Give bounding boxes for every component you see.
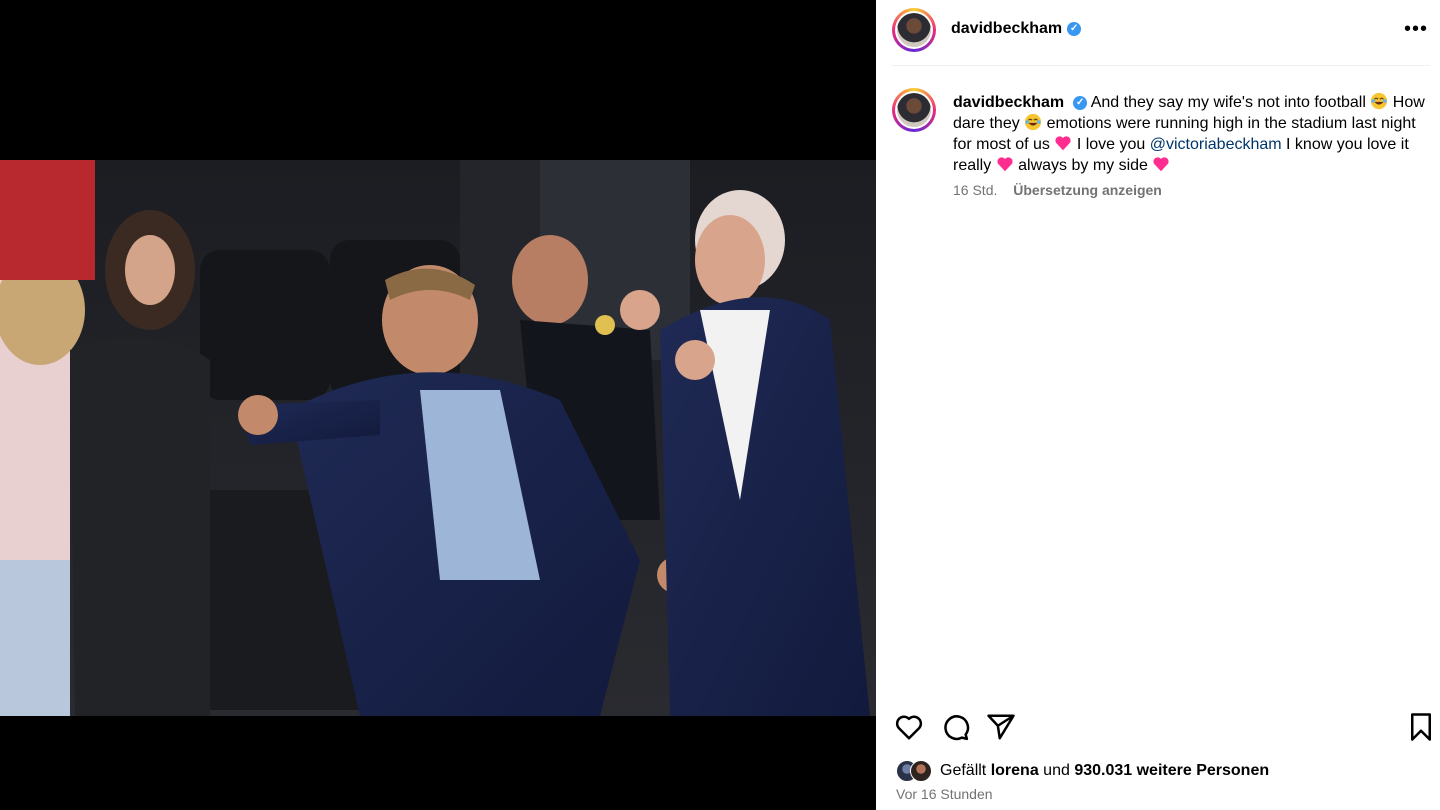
- heart-icon[interactable]: [894, 712, 924, 742]
- send-icon[interactable]: [986, 712, 1016, 742]
- action-bar: [876, 710, 1440, 744]
- comment-icon[interactable]: [940, 712, 970, 742]
- more-options-icon[interactable]: •••: [1404, 18, 1428, 41]
- likes-middle: und: [1043, 762, 1070, 779]
- author-avatar[interactable]: [892, 8, 936, 52]
- pink-heart-emoji-icon: [1153, 157, 1169, 172]
- header-divider: [892, 65, 1430, 66]
- verified-badge-icon: ✓: [1073, 95, 1088, 110]
- post-age: 16 Std.: [953, 182, 998, 198]
- caption-text-6: always by my side: [1013, 157, 1153, 174]
- avatar: [910, 760, 932, 782]
- post-panel: davidbeckham ✓ ••• davidbeckham ✓ And they…: [876, 0, 1440, 810]
- liker-username[interactable]: lorena: [991, 762, 1039, 780]
- caption-text-4: I love you: [1072, 136, 1150, 153]
- likes-prefix: Gefällt: [940, 762, 987, 779]
- translate-link[interactable]: Übersetzung anzeigen: [1013, 182, 1162, 198]
- laughing-crying-emoji-icon: [1371, 92, 1388, 110]
- post-header: davidbeckham ✓ •••: [876, 0, 1440, 62]
- likes-summary[interactable]: Gefällt lorena und 930.031 weitere Perso…: [896, 760, 1269, 782]
- post-photo: [0, 160, 876, 716]
- verified-badge-icon: ✓: [1067, 21, 1082, 36]
- caption-text-1: And they say my wife's not into football: [1090, 94, 1371, 111]
- likes-count[interactable]: 930.031 weitere Personen: [1074, 762, 1269, 780]
- post-caption: davidbeckham ✓ And they say my wife's not…: [953, 92, 1427, 176]
- post-timestamp: Vor 16 Stunden: [896, 786, 993, 802]
- caption-username[interactable]: davidbeckham: [953, 94, 1064, 111]
- author-username[interactable]: davidbeckham: [951, 20, 1062, 37]
- bookmark-icon[interactable]: [1406, 712, 1436, 742]
- pink-heart-emoji-icon: [997, 157, 1013, 172]
- liker-avatars: [896, 760, 936, 782]
- post-media[interactable]: [0, 0, 876, 810]
- laughing-crying-emoji-icon: [1025, 113, 1042, 131]
- caption-author-avatar[interactable]: [892, 88, 936, 132]
- mention-link[interactable]: @victoriabeckham: [1150, 136, 1282, 153]
- pink-heart-emoji-icon: [1055, 136, 1071, 151]
- caption-meta: 16 Std. Übersetzung anzeigen: [953, 182, 1162, 198]
